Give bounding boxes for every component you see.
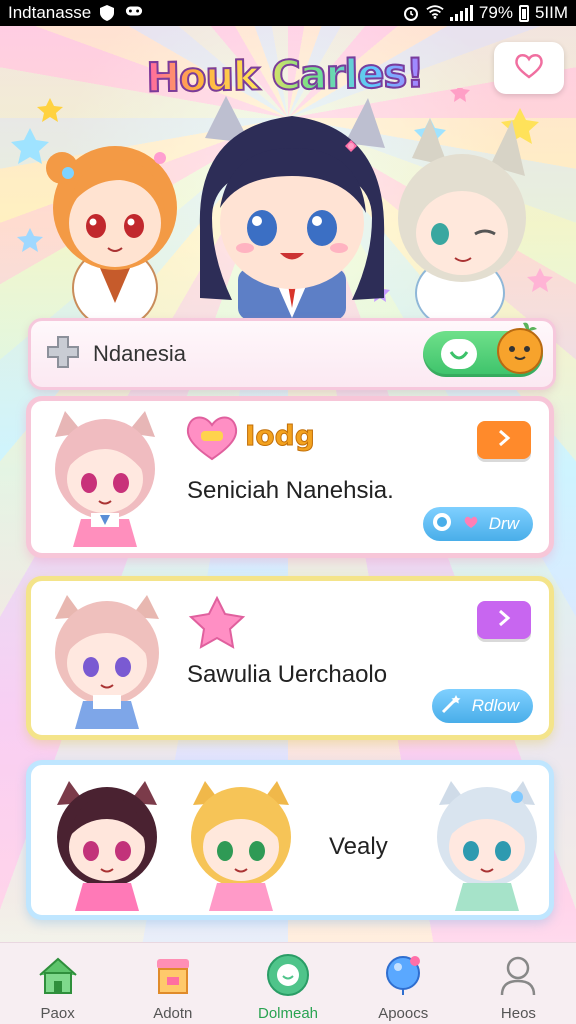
battery-icon	[518, 4, 529, 22]
game-controller-icon	[125, 4, 143, 22]
nav-item-chat[interactable]: Dolmeah	[230, 943, 345, 1024]
heart-icon	[514, 53, 544, 83]
wifi-icon	[426, 4, 444, 22]
profile-icon	[496, 953, 540, 1001]
heart-badge-icon	[183, 411, 241, 467]
heart-small-icon	[463, 514, 479, 534]
house-icon	[36, 953, 80, 1001]
nav-item-shop[interactable]: Adotn	[115, 943, 230, 1024]
check-icon	[441, 339, 477, 369]
favorite-button[interactable]	[494, 42, 564, 94]
plus-cross-icon	[45, 334, 81, 374]
avatar	[45, 775, 169, 915]
character-card[interactable]: Iodg Seniciah Nanehsia. Drw	[26, 396, 554, 558]
card-tag: Iodg	[245, 419, 316, 453]
follow-button[interactable]: Rdlow	[431, 689, 533, 723]
status-time: 5IIM	[534, 3, 568, 22]
chevron-right-icon	[496, 609, 512, 631]
nav-label: Dolmeah	[257, 1005, 319, 1022]
search-bar[interactable]: Ndanesia	[28, 318, 556, 390]
target-icon	[431, 511, 453, 538]
carrier-name: Indtanasse	[8, 3, 92, 22]
open-arrow-button[interactable]	[477, 601, 531, 639]
avatar	[427, 775, 547, 915]
battery-percent: 79%	[478, 3, 513, 22]
open-arrow-button[interactable]	[477, 421, 531, 459]
character-card[interactable]: Vealy	[26, 760, 554, 920]
star-badge-icon	[187, 595, 247, 657]
draw-button-label: Drw	[488, 514, 519, 533]
nav-label: Adotn	[153, 1005, 193, 1022]
card-title: Vealy	[329, 833, 388, 860]
hero-illustration	[0, 83, 576, 330]
character-navy-hair	[199, 96, 385, 320]
chevron-right-icon	[496, 429, 512, 451]
nav-item-apps[interactable]: Apoocs	[346, 943, 461, 1024]
nav-label: Heos	[500, 1005, 536, 1022]
nav-item-profile[interactable]: Heos	[461, 943, 576, 1024]
avatar	[181, 775, 301, 915]
avatar	[45, 589, 169, 735]
signal-icon	[449, 5, 473, 21]
card-title: Sawulia Uerchaolo	[187, 661, 388, 688]
character-orange-hair	[46, 146, 177, 329]
shield-icon	[99, 4, 117, 22]
avatar	[45, 407, 165, 553]
character-card[interactable]: Sawulia Uerchaolo Rdlow	[26, 576, 554, 740]
status-bar: Indtanasse 79% 5IIM	[0, 0, 576, 26]
search-input[interactable]: Ndanesia	[93, 341, 186, 367]
mascot-icon	[493, 319, 547, 379]
search-toggle[interactable]	[423, 322, 543, 377]
nav-item-home[interactable]: Paox	[0, 943, 115, 1024]
shop-icon	[151, 953, 195, 1001]
balloon-icon	[381, 953, 425, 1001]
draw-button[interactable]: Drw	[422, 507, 533, 541]
character-silver-hair	[398, 118, 526, 330]
alarm-icon	[402, 4, 420, 22]
wand-icon	[440, 693, 462, 720]
follow-button-label: Rdlow	[471, 696, 519, 715]
card-title: Seniciah Nanehsia.	[187, 477, 394, 504]
nav-label: Paox	[40, 1005, 75, 1022]
bottom-navigation: Paox Adotn Dolmeah Apoocs Heos	[0, 942, 576, 1024]
nav-label: Apoocs	[378, 1005, 429, 1022]
chat-icon	[266, 953, 310, 1001]
